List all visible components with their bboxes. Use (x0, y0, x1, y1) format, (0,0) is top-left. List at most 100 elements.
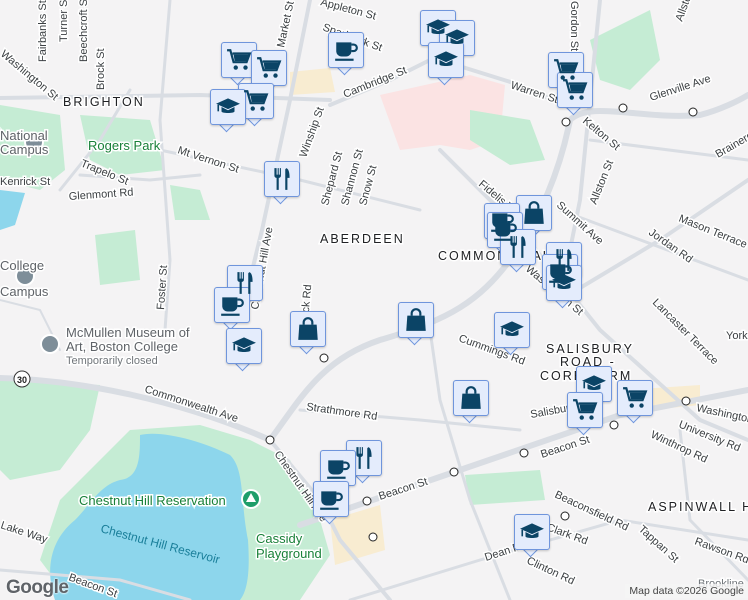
marker-box (567, 392, 603, 428)
marker-box (398, 302, 434, 338)
marker-box (514, 514, 550, 550)
street-label: Kenrick St (0, 176, 50, 188)
transit-stop-icon[interactable] (681, 396, 691, 406)
coffee-icon (333, 37, 359, 63)
marker-box (214, 287, 250, 323)
street-label: Brock St (95, 48, 107, 90)
marker-box (210, 89, 246, 125)
marker-box (346, 440, 382, 476)
google-logo[interactable]: Google (6, 577, 69, 599)
street-label: Washington St (695, 402, 748, 429)
street-label: Beacon St (377, 476, 429, 503)
cart-marker[interactable] (557, 72, 593, 116)
map-canvas[interactable]: 30 BRIGHTON ABERDEEN COMMONWEALTH SALISB… (0, 0, 748, 600)
marker-box (221, 42, 257, 78)
shopping-bag-marker[interactable] (453, 380, 489, 424)
street-label: Market St (275, 0, 297, 49)
cart-icon (226, 47, 252, 73)
graduation-cap-icon (231, 333, 257, 359)
graduation-cap-marker[interactable] (494, 312, 530, 356)
museum-pin-icon[interactable] (40, 334, 60, 354)
graduation-cap-marker[interactable] (514, 514, 550, 558)
graduation-cap-icon (551, 270, 577, 296)
route-shield: 30 (13, 370, 31, 388)
coffee-marker[interactable] (313, 481, 349, 525)
graduation-cap-marker[interactable] (546, 265, 582, 309)
graduation-cap-icon (433, 47, 459, 73)
park-label: Playground (256, 546, 322, 561)
transit-stop-icon[interactable] (561, 117, 571, 127)
shopping-bag-icon (403, 307, 429, 333)
transit-stop-icon[interactable] (560, 511, 570, 521)
graduation-cap-marker[interactable] (428, 42, 464, 86)
marker-box (264, 161, 300, 197)
transit-stop-icon[interactable] (368, 532, 378, 542)
transit-stop-icon[interactable] (362, 496, 372, 506)
shopping-bag-marker[interactable] (398, 302, 434, 346)
neighborhood-label: BRIGHTON (63, 95, 145, 109)
coffee-icon (219, 292, 245, 318)
poi-label: Campus (0, 142, 49, 157)
transit-stop-icon[interactable] (519, 448, 529, 458)
graduation-cap-marker[interactable] (226, 328, 262, 372)
map-attribution[interactable]: Map data ©2026 Google (625, 584, 748, 598)
graduation-cap-icon (519, 519, 545, 545)
street-label: Beechcroft St (78, 0, 90, 62)
park-label: Rogers Park (88, 138, 161, 153)
marker-box (251, 50, 287, 86)
restaurant-marker[interactable] (264, 161, 300, 205)
street-label: Washington St (0, 48, 60, 103)
neighborhood-label: SALISBURY (546, 342, 634, 356)
park-area (470, 110, 545, 165)
street-label: Clinton Rd (525, 555, 577, 588)
park-area (95, 230, 140, 285)
marker-box (290, 311, 326, 347)
street-label: Gordon St (568, 1, 580, 51)
marker-box (617, 380, 653, 416)
marker-box (453, 380, 489, 416)
park-area (590, 10, 660, 90)
transit-stop-icon[interactable] (265, 435, 275, 445)
graduation-cap-marker[interactable] (210, 89, 246, 133)
marker-box (238, 83, 274, 119)
marker-box (428, 42, 464, 78)
street-label: Glenmont Rd (68, 187, 133, 203)
transit-stop-icon[interactable] (688, 107, 698, 117)
street-label: Winship St (298, 106, 327, 160)
poi-label: Campus (0, 284, 49, 299)
cart-icon (562, 77, 588, 103)
restaurant-icon (351, 445, 377, 471)
street-label: Fairbanks St (37, 0, 49, 62)
shopping-bag-icon (458, 385, 484, 411)
transit-stop-icon[interactable] (618, 103, 628, 113)
neighborhood-label: ASPINWALL HILL (648, 500, 748, 514)
marker-box (320, 450, 356, 486)
street-label: Glenville Ave (648, 73, 712, 104)
coffee-icon (325, 455, 351, 481)
shopping-bag-marker[interactable] (290, 311, 326, 355)
cart-icon (256, 55, 282, 81)
restaurant-marker[interactable] (500, 229, 536, 273)
marker-box (557, 72, 593, 108)
street-label: Allston St (588, 159, 617, 207)
coffee-marker[interactable] (214, 287, 250, 331)
coffee-marker[interactable] (328, 32, 364, 76)
cart-icon (572, 397, 598, 423)
restaurant-icon (269, 166, 295, 192)
graduation-cap-icon (499, 317, 525, 343)
street-label: Appleton St (319, 0, 377, 23)
poi-label: College (0, 258, 44, 273)
marker-box (328, 32, 364, 68)
shopping-bag-icon (295, 316, 321, 342)
street-label: Mason Terrace (677, 213, 748, 251)
cart-marker[interactable] (567, 392, 603, 436)
route-number: 30 (17, 375, 27, 385)
poi-label: Art, Boston College (66, 339, 178, 354)
transit-stop-icon[interactable] (449, 467, 459, 477)
neighborhood-label: ABERDEEN (320, 232, 405, 246)
poi-status: Temporarily closed (66, 355, 158, 367)
cart-marker[interactable] (617, 380, 653, 424)
transit-stop-icon[interactable] (319, 353, 329, 363)
marker-box (546, 265, 582, 301)
graduation-cap-icon (581, 371, 607, 397)
